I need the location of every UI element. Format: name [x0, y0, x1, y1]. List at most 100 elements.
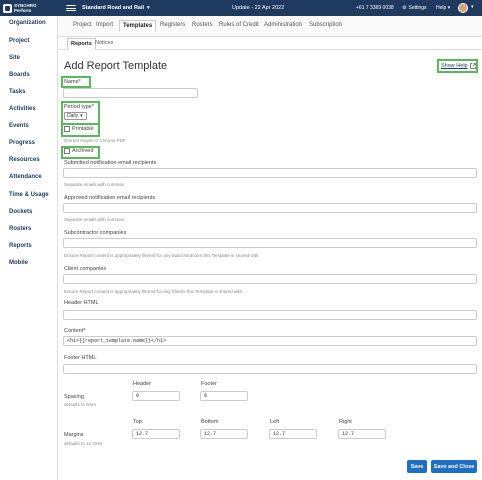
sidebar-item-mobile[interactable]: Mobile — [9, 260, 28, 266]
tab-registers[interactable]: Registers — [160, 22, 185, 28]
main-content: Project Import Templates Registers Roste… — [58, 16, 482, 480]
submitted-recipients-label: Submitted notification email recipients — [64, 160, 157, 166]
period-type-select[interactable]: Daily ▾ — [64, 112, 87, 120]
tab-subscription[interactable]: Subscription — [309, 22, 342, 28]
hamburger-menu-icon[interactable] — [66, 5, 76, 11]
top-bar: SYNCHRO Perform Standard Road and Rail ▾… — [0, 0, 482, 16]
sidebar-item-site[interactable]: Site — [9, 55, 20, 61]
sidebar-item-organization[interactable]: Organization — [9, 20, 46, 26]
footer-html-input[interactable] — [63, 364, 477, 374]
archived-checkbox[interactable] — [64, 148, 70, 154]
tab-rules-of-credit[interactable]: Rules of Credit — [219, 22, 259, 28]
subcontractor-companies-hint: Ensure Report content is appropriately f… — [64, 253, 259, 258]
spacing-footer-label: Footer — [201, 381, 217, 387]
show-help-link[interactable]: Show Help — [437, 59, 478, 73]
margin-top-value: 12.7 — [136, 431, 149, 437]
margin-right-value: 12.7 — [342, 431, 355, 437]
archived-checkbox-row: Archived — [64, 148, 93, 154]
spacing-header-value: 0 — [136, 393, 140, 399]
tab-notices[interactable]: Notices — [95, 40, 113, 46]
sidebar-item-activities[interactable]: Activities — [9, 106, 36, 112]
tab-import[interactable]: Import — [96, 22, 113, 28]
spacing-header-input[interactable]: 0 — [132, 391, 180, 401]
client-companies-hint: Ensure Report content is appropriately f… — [64, 289, 244, 294]
gear-icon: ⚙ — [402, 5, 407, 11]
update-notice[interactable]: Update - 22 Apr 2022 — [232, 5, 284, 11]
chevron-down-icon[interactable]: ▾ — [471, 4, 474, 10]
settings-menu[interactable]: ⚙ Settings — [402, 5, 427, 11]
external-link-icon — [469, 63, 476, 69]
client-companies-label: Client companies — [64, 266, 107, 272]
chevron-down-icon: ▾ — [80, 113, 83, 119]
margin-top-input[interactable]: 12.7 — [132, 429, 180, 439]
margin-left-input[interactable]: 12.7 — [269, 429, 317, 439]
primary-tabs: Project Import Templates Registers Roste… — [58, 16, 482, 37]
margin-left-value: 12.7 — [273, 431, 286, 437]
content-value: <h1>{{report_template.name}}</h1> — [67, 338, 167, 344]
sidebar-item-tasks[interactable]: Tasks — [9, 89, 26, 95]
sidebar-item-attendance[interactable]: Attendance — [9, 174, 42, 180]
help-menu[interactable]: Help ▾ — [436, 5, 450, 11]
sidebar-item-progress[interactable]: Progress — [9, 140, 35, 146]
margins-label: Margins — [64, 432, 84, 438]
sidebar-item-resources[interactable]: Resources — [9, 157, 40, 163]
sidebar-item-events[interactable]: Events — [9, 123, 29, 129]
margin-left-label: Left — [270, 419, 280, 425]
margin-top-label: Top — [133, 419, 142, 425]
logo[interactable]: SYNCHRO Perform — [0, 0, 58, 16]
page-title: Add Report Template — [64, 60, 168, 72]
period-type-label: Period type* — [64, 104, 94, 110]
project-name: Standard Road and Rail — [82, 5, 145, 11]
name-input[interactable] — [63, 88, 198, 98]
submitted-recipients-hint: Separate emails with commas. — [64, 182, 126, 187]
subcontractor-companies-input[interactable] — [63, 238, 477, 248]
sidebar: Organization Project Site Boards Tasks A… — [0, 16, 58, 480]
header-html-label: Header HTML — [64, 300, 99, 306]
approved-recipients-hint: Separate emails with commas. — [64, 217, 126, 222]
secondary-tabs: Reports Notices — [58, 37, 482, 50]
sidebar-item-project[interactable]: Project — [9, 38, 29, 44]
margin-bottom-input[interactable]: 12.7 — [200, 429, 248, 439]
printable-hint: Current engine is Chrome PDF — [64, 138, 126, 143]
margin-bottom-value: 12.7 — [204, 431, 217, 437]
spacing-header-label: Header — [133, 381, 152, 387]
save-button[interactable]: Save — [407, 460, 427, 473]
sidebar-item-reports[interactable]: Reports — [9, 243, 32, 249]
tab-templates[interactable]: Templates — [119, 20, 157, 32]
footer-html-label: Footer HTML — [64, 355, 97, 361]
content-input[interactable]: <h1>{{report_template.name}}</h1> — [63, 336, 477, 346]
tab-project[interactable]: Project — [73, 22, 92, 28]
tab-reports[interactable]: Reports — [67, 38, 96, 50]
sidebar-item-time-usage[interactable]: Time & Usage — [9, 192, 49, 198]
support-phone: +61 7 3369 0038 — [356, 5, 394, 11]
sidebar-item-dockets[interactable]: Dockets — [9, 209, 32, 215]
submitted-recipients-input[interactable] — [63, 168, 477, 178]
sidebar-item-boards[interactable]: Boards — [9, 72, 30, 78]
tab-administration[interactable]: Administration — [264, 22, 302, 28]
printable-label: Printable — [72, 126, 94, 132]
avatar[interactable] — [458, 3, 468, 13]
logo-icon — [3, 3, 12, 13]
spacing-footer-input[interactable]: 0 — [200, 391, 248, 401]
header-html-input[interactable] — [63, 310, 477, 320]
margins-hint: defaults to 12.7mm — [64, 441, 103, 446]
subcontractor-companies-label: Subcontractor companies — [64, 230, 127, 236]
client-companies-input[interactable] — [63, 274, 477, 284]
approved-recipients-label: Approved notification email recipients — [64, 195, 156, 201]
archived-label: Archived — [72, 148, 94, 154]
spacing-label: Spacing — [64, 394, 84, 400]
approved-recipients-input[interactable] — [63, 203, 477, 213]
printable-checkbox[interactable] — [64, 126, 70, 132]
logo-line2: Perform — [14, 8, 32, 13]
tab-rosters[interactable]: Rosters — [192, 22, 213, 28]
margin-right-label: Right — [339, 419, 352, 425]
project-selector[interactable]: Standard Road and Rail ▾ — [82, 5, 150, 11]
spacing-hint: defaults to 0mm — [64, 402, 97, 407]
margin-right-input[interactable]: 12.7 — [338, 429, 386, 439]
name-label: Name* — [64, 79, 81, 85]
content-label: Content* — [64, 328, 86, 334]
margin-bottom-label: Bottom — [201, 419, 219, 425]
printable-checkbox-row: Printable — [64, 126, 94, 132]
save-and-close-button[interactable]: Save and Close — [431, 460, 477, 473]
sidebar-item-rosters[interactable]: Rosters — [9, 226, 31, 232]
